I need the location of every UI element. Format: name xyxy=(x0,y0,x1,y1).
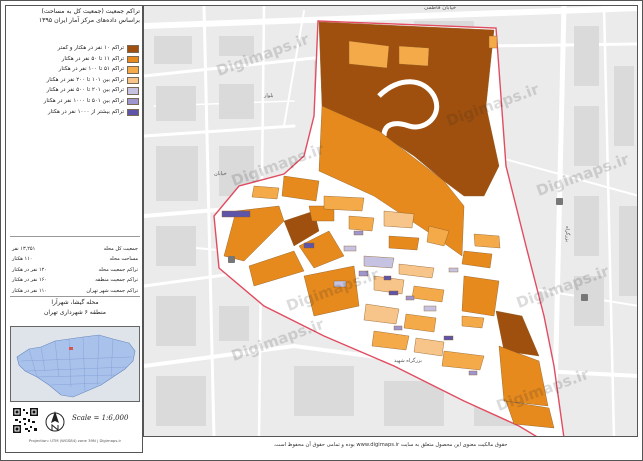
legend-swatch xyxy=(127,87,139,95)
stats-row: تراکم جمعیت محله ۱۲۰ نفر در هکتار xyxy=(10,265,140,275)
legend-swatch xyxy=(127,45,139,53)
title-line-1: تراکم جمعیت (جمعیت کل به مساحت) xyxy=(41,8,140,15)
stat-value: ۱۱۰ نفر در هکتار xyxy=(12,287,47,294)
divider xyxy=(10,236,140,237)
projection-footer: Projection: UTM (WGS84) zone 39N | Digim… xyxy=(28,438,122,443)
stats-table: جمعیت کل محله ۱۳,۲۵۱ نفر مساحت محله ۱۱۰ هکت… xyxy=(10,244,140,296)
legend-swatch xyxy=(127,97,139,106)
street-label-mid1: خیابان xyxy=(214,171,227,177)
legend-label: تراکم ۵۱ تا ۱۰۰ نفر در هکتار xyxy=(58,66,124,73)
location-block: محله گیشا، شهرآرا منطقه ۶ شهرداری تهران xyxy=(10,298,140,317)
street-label-mid2: بلوار xyxy=(264,93,274,99)
legend-label: تراکم ۱۱ تا ۵۰ نفر در هکتار xyxy=(61,55,124,62)
district-name: منطقه ۶ شهرداری تهران xyxy=(43,308,106,316)
stat-label: تراکم جمعیت منطقه xyxy=(95,277,138,284)
stat-value: ۱۲۰ نفر در هکتار xyxy=(12,266,47,273)
legend-label: تراکم بین ۱۰۱ تا ۲۰۰ نفر در هکتار xyxy=(46,76,124,83)
qr-code xyxy=(12,407,39,434)
street-label-top: خیابان فاطمی xyxy=(424,5,457,11)
density-legend: تراکم ۱۰ نفر در هکتار و کمتر تراکم ۱۱ تا … xyxy=(10,44,140,118)
legend-panel: تراکم جمعیت (جمعیت کل به مساحت) براساس د… xyxy=(5,5,143,453)
stats-row: تراکم جمعیت شهر تهران ۱۱۰ نفر در هکتار xyxy=(10,286,140,296)
stats-row: جمعیت کل محله ۱۳,۲۵۱ نفر xyxy=(10,244,140,254)
stat-value: ۱۳,۲۵۱ نفر xyxy=(12,246,36,252)
map-canvas[interactable]: خیابان فاطمی بزرگراه بزرگراه شهید خیابان… xyxy=(143,5,638,437)
legend-item: تراکم بیشتر از ۱۰۰۰ نفر در هکتار xyxy=(10,108,140,119)
divider xyxy=(10,296,140,297)
locator-inset-map xyxy=(10,326,140,402)
legend-label: تراکم بین ۵۰۱ تا ۱۰۰۰ نفر در هکتار xyxy=(43,97,124,104)
stat-label: مساحت محله xyxy=(109,256,139,263)
legend-swatch xyxy=(127,108,139,117)
legend-swatch xyxy=(127,55,139,64)
stat-value: ۱۶۰ نفر در هکتار xyxy=(12,277,47,284)
legend-item: تراکم بین ۱۰۱ تا ۲۰۰ نفر در هکتار xyxy=(10,76,140,87)
north-arrow-icon xyxy=(44,409,66,433)
neighborhood-name: محله گیشا، شهرآرا xyxy=(51,299,99,306)
stat-label: تراکم جمعیت شهر تهران xyxy=(86,287,138,294)
title-line-2: براساس داده‌های مرکز آمار ایران ۱۳۹۵ xyxy=(38,16,140,24)
legend-swatch xyxy=(127,66,139,74)
legend-swatch xyxy=(127,76,139,85)
stats-row: تراکم جمعیت منطقه ۱۶۰ نفر در هکتار xyxy=(10,275,140,285)
copyright-notice: حقوق مالکیت معنوی این محصول متعلق به سای… xyxy=(273,442,508,448)
street-label-right: بزرگراه xyxy=(563,226,570,242)
legend-label: تراکم بین ۲۰۱ تا ۵۰۰ نفر در هکتار xyxy=(46,87,124,94)
legend-item: تراکم بین ۲۰۱ تا ۵۰۰ نفر در هکتار xyxy=(10,86,140,97)
legend-item: تراکم ۱۰ نفر در هکتار و کمتر xyxy=(10,44,140,55)
stats-row: مساحت محله ۱۱۰ هکتار xyxy=(10,254,140,264)
map-title: تراکم جمعیت (جمعیت کل به مساحت) براساس د… xyxy=(10,8,140,25)
legend-item: تراکم بین ۵۰۱ تا ۱۰۰۰ نفر در هکتار xyxy=(10,97,140,108)
stat-label: تراکم جمعیت محله xyxy=(98,266,138,273)
stat-label: جمعیت کل محله xyxy=(103,246,138,252)
legend-label: تراکم بیشتر از ۱۰۰۰ نفر در هکتار xyxy=(47,108,124,115)
legend-label: تراکم ۱۰ نفر در هکتار و کمتر xyxy=(57,45,124,51)
legend-item: تراکم ۵۱ تا ۱۰۰ نفر در هکتار xyxy=(10,65,140,76)
street-label-bottom: بزرگراه شهید xyxy=(394,358,422,364)
scale-label: Scale = 1:6,000 xyxy=(72,414,129,422)
stat-value: ۱۱۰ هکتار xyxy=(12,256,33,263)
legend-item: تراکم ۱۱ تا ۵۰ نفر در هکتار xyxy=(10,55,140,66)
